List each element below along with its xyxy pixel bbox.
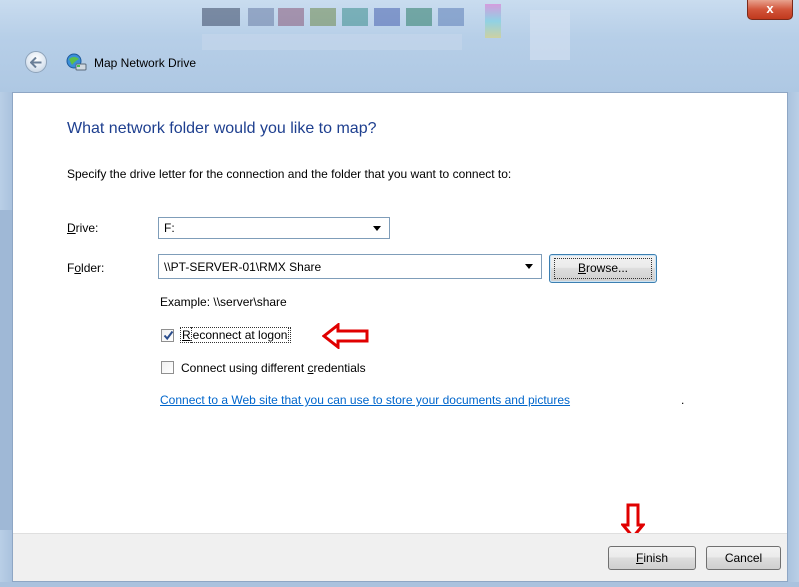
- annotation-arrow-left-icon: [322, 323, 369, 349]
- reconnect-checkbox[interactable]: [161, 329, 174, 342]
- checkmark-icon: [163, 330, 174, 341]
- credentials-checkbox[interactable]: [161, 361, 174, 374]
- drive-label: Drive:: [67, 221, 99, 235]
- window-frame-bottom: [0, 582, 799, 587]
- chevron-down-icon[interactable]: [525, 264, 533, 269]
- chevron-down-icon: [373, 226, 381, 231]
- back-button[interactable]: [25, 51, 47, 73]
- reconnect-label[interactable]: Reconnect at logon: [180, 327, 292, 343]
- page-heading: What network folder would you like to ma…: [67, 120, 377, 137]
- instruction-text: Specify the drive letter for the connect…: [67, 167, 512, 181]
- finish-button[interactable]: Finish: [608, 546, 696, 570]
- folder-value: \\PT-SERVER-01\RMX Share: [164, 260, 322, 274]
- link-trailing-period: .: [681, 393, 685, 407]
- background-palette: [150, 0, 670, 88]
- drive-value: F:: [164, 221, 175, 235]
- example-text: Example: \\server\share: [160, 295, 287, 309]
- browse-button[interactable]: Browse...: [549, 254, 657, 283]
- network-drive-icon: [66, 53, 87, 71]
- folder-input[interactable]: \\PT-SERVER-01\RMX Share: [158, 254, 542, 279]
- wizard-content: [12, 92, 788, 582]
- folder-label: Folder:: [67, 261, 105, 275]
- window-titlebar: x Map Network Drive: [0, 0, 799, 92]
- window-frame-right: [787, 92, 799, 587]
- drive-dropdown[interactable]: F:: [158, 217, 390, 239]
- window-title: Map Network Drive: [94, 56, 197, 70]
- cancel-button[interactable]: Cancel: [706, 546, 781, 570]
- close-button[interactable]: x: [747, 0, 793, 20]
- window-frame-left: [0, 92, 12, 587]
- back-arrow-icon: [30, 57, 42, 68]
- credentials-label[interactable]: Connect using different credentials: [181, 361, 366, 375]
- web-site-link[interactable]: Connect to a Web site that you can use t…: [160, 393, 570, 407]
- focus-rectangle: [554, 258, 652, 279]
